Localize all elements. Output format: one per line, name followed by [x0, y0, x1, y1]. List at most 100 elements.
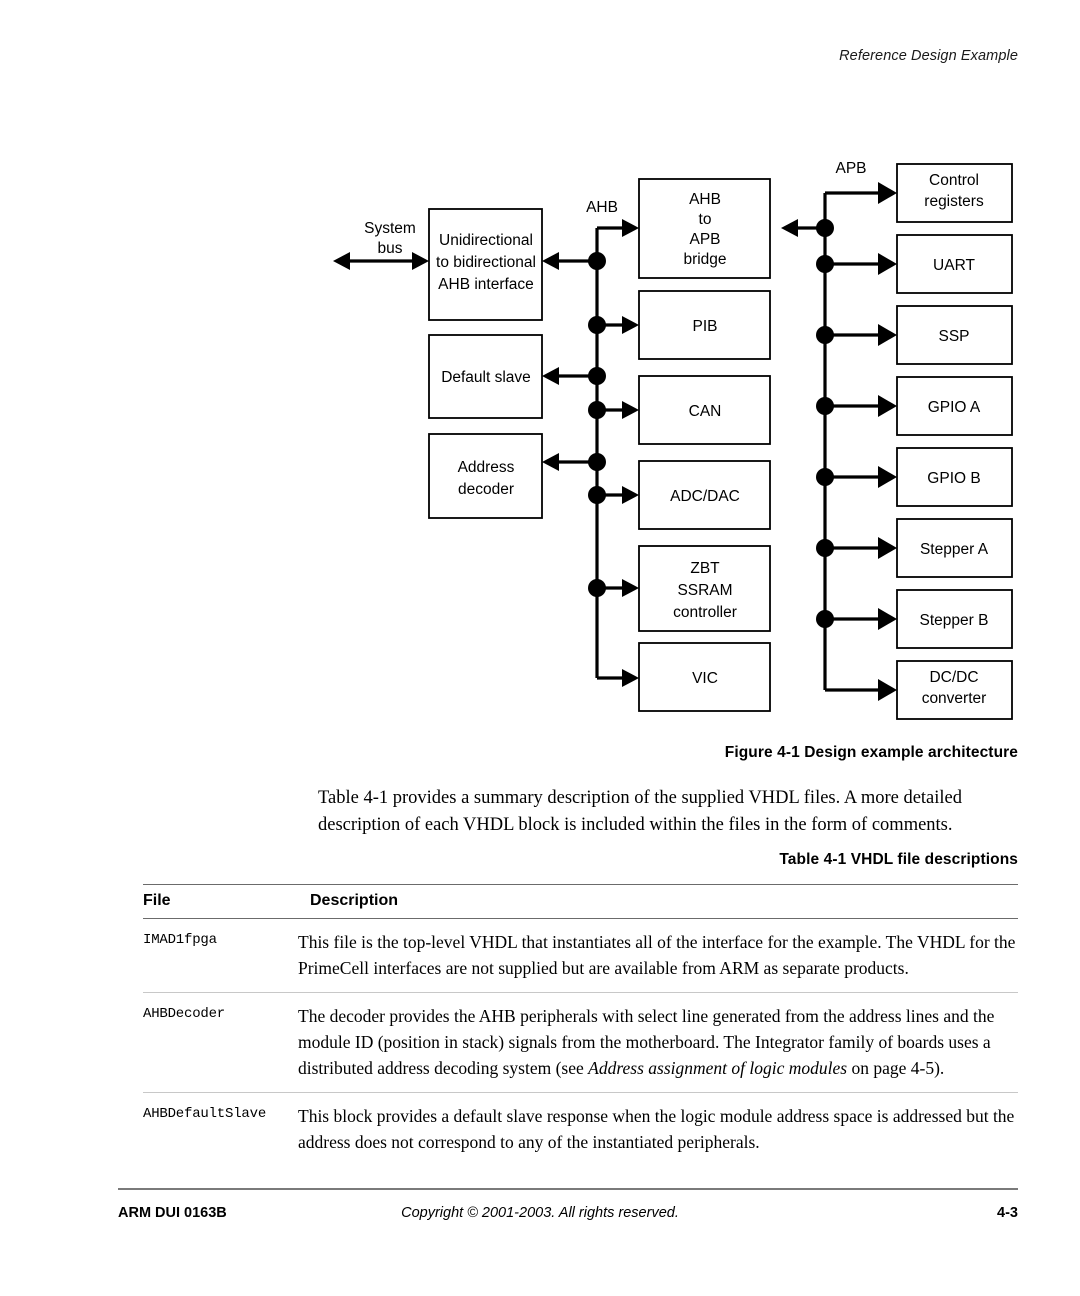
arrowhead-right	[622, 579, 639, 597]
junction-dot	[816, 397, 834, 415]
description-text-post: on page 4-5).	[847, 1058, 945, 1078]
block-label-line: VIC	[692, 670, 718, 687]
cell-description: This file is the top-level VHDL that ins…	[298, 918, 1018, 993]
footer-divider	[118, 1188, 1018, 1190]
block-label-line: SSP	[938, 328, 969, 345]
description-text: This file is the top-level VHDL that ins…	[298, 932, 1016, 978]
ahb-block-vic: VIC	[638, 642, 771, 712]
block-label-line: CAN	[689, 403, 722, 420]
apb-block-control-registers: Control registers	[896, 163, 1013, 223]
page-footer: ARM DUI 0163B Copyright © 2001-2003. All…	[0, 1205, 1080, 1235]
block-label-line: converter	[922, 690, 987, 707]
ahb-block-zbt-ssram-controller: ZBT SSRAM controller	[638, 545, 771, 632]
block-label-line: ZBT	[690, 560, 720, 577]
arrowhead-right	[412, 252, 429, 270]
junction-dot	[588, 401, 606, 419]
arrowhead-right	[622, 669, 639, 687]
description-italic: Address assignment of logic modules	[588, 1058, 848, 1078]
block-label-line: bridge	[683, 251, 726, 268]
document-page: Reference Design Example Unidirectional …	[0, 0, 1080, 1296]
table-header-row: File Description	[143, 884, 1018, 919]
apb-block-gpio-b: GPIO B	[896, 447, 1013, 507]
ahb-bus-label: AHB	[586, 199, 618, 216]
arrowhead-right	[878, 608, 897, 630]
junction-dot	[588, 367, 606, 385]
block-label-line: Control	[929, 172, 979, 189]
ahb-block-ahb-to-apb-bridge: AHB to APB bridge	[638, 178, 771, 279]
figure-caption: Figure 4-1 Design example architecture	[724, 744, 1018, 761]
running-header: Reference Design Example	[839, 48, 1018, 64]
block-label-line: to bidirectional	[436, 254, 536, 271]
arrowhead-right	[622, 486, 639, 504]
junction-dot	[588, 316, 606, 334]
arrowhead-left	[542, 453, 559, 471]
left-block-address-decoder: Address decoder	[428, 433, 543, 519]
arrowhead-left	[542, 367, 559, 385]
arrowhead-right	[878, 395, 897, 417]
ahb-block-can: CAN	[638, 375, 771, 445]
cell-file-name: AHBDecoder	[143, 992, 298, 1093]
junction-dot	[816, 219, 834, 237]
system-bus-label-line1: System	[364, 220, 416, 237]
block-label-line: Stepper A	[920, 541, 989, 558]
ahb-block-pib: PIB	[638, 290, 771, 360]
block-label-line: AHB interface	[438, 276, 534, 293]
block-label-line: APB	[689, 231, 720, 248]
arrowhead-left	[542, 252, 559, 270]
block-label-line: controller	[673, 604, 737, 621]
system-bus-label-line2: bus	[378, 240, 403, 257]
arrowhead-right	[878, 466, 897, 488]
ahb-block-adc-dac: ADC/DAC	[638, 460, 771, 530]
block-label-line: registers	[924, 193, 984, 210]
block-label-line: UART	[933, 257, 975, 274]
arrowhead-right	[878, 182, 897, 204]
arrowhead-right	[622, 316, 639, 334]
vhdl-file-descriptions-table: File Description IMAD1fpga This file is …	[143, 884, 1018, 1166]
junction-dot	[816, 468, 834, 486]
footer-page-number: 4-3	[997, 1205, 1018, 1221]
column-header-file: File	[143, 884, 298, 919]
ahb-bus	[542, 219, 639, 687]
table-row: IMAD1fpga This file is the top-level VHD…	[143, 918, 1018, 993]
column-header-description: Description	[298, 884, 1018, 919]
block-label-line: Unidirectional	[439, 232, 533, 249]
block-label-line: ADC/DAC	[670, 488, 740, 505]
junction-dot	[816, 610, 834, 628]
apb-block-ssp: SSP	[896, 305, 1013, 365]
arrowhead-right	[878, 679, 897, 701]
arrowhead-left	[333, 252, 350, 270]
block-label-line: GPIO A	[928, 399, 981, 416]
arrowhead-left	[781, 219, 798, 237]
arrowhead-right	[622, 401, 639, 419]
block-label-line: SSRAM	[677, 582, 732, 599]
description-text: This block provides a default slave resp…	[298, 1106, 1015, 1152]
junction-dot	[588, 453, 606, 471]
table-row: AHBDefaultSlave This block provides a de…	[143, 1093, 1018, 1167]
table-row: AHBDecoder The decoder provides the AHB …	[143, 992, 1018, 1093]
apb-block-stepper-a: Stepper A	[896, 518, 1013, 578]
block-label-line: GPIO B	[927, 470, 980, 487]
block-label-line: Default slave	[441, 369, 531, 386]
left-block-ahb-interface: Unidirectional to bidirectional AHB inte…	[428, 208, 543, 321]
left-block-default-slave: Default slave	[428, 334, 543, 419]
apb-block-stepper-b: Stepper B	[896, 589, 1013, 649]
block-label-line: decoder	[458, 481, 514, 498]
block-label-line: PIB	[693, 318, 718, 335]
block-label-line: to	[699, 211, 712, 228]
block-label-line: Address	[458, 459, 515, 476]
arrowhead-right	[878, 253, 897, 275]
junction-dot	[588, 252, 606, 270]
apb-bus	[781, 182, 897, 701]
table-caption: Table 4-1 VHDL file descriptions	[779, 851, 1018, 868]
design-example-architecture-figure: Unidirectional to bidirectional AHB inte…	[0, 140, 1080, 740]
arrowhead-right	[622, 219, 639, 237]
block-label-line: Stepper B	[920, 612, 989, 629]
block-label-line: DC/DC	[929, 669, 978, 686]
apb-block-gpio-a: GPIO A	[896, 376, 1013, 436]
architecture-diagram-svg: Unidirectional to bidirectional AHB inte…	[333, 160, 1013, 720]
cell-description: This block provides a default slave resp…	[298, 1093, 1018, 1167]
block-rect	[428, 433, 543, 519]
junction-dot	[816, 539, 834, 557]
apb-block-dc-dc-converter: DC/DC converter	[896, 660, 1013, 720]
junction-dot	[588, 486, 606, 504]
